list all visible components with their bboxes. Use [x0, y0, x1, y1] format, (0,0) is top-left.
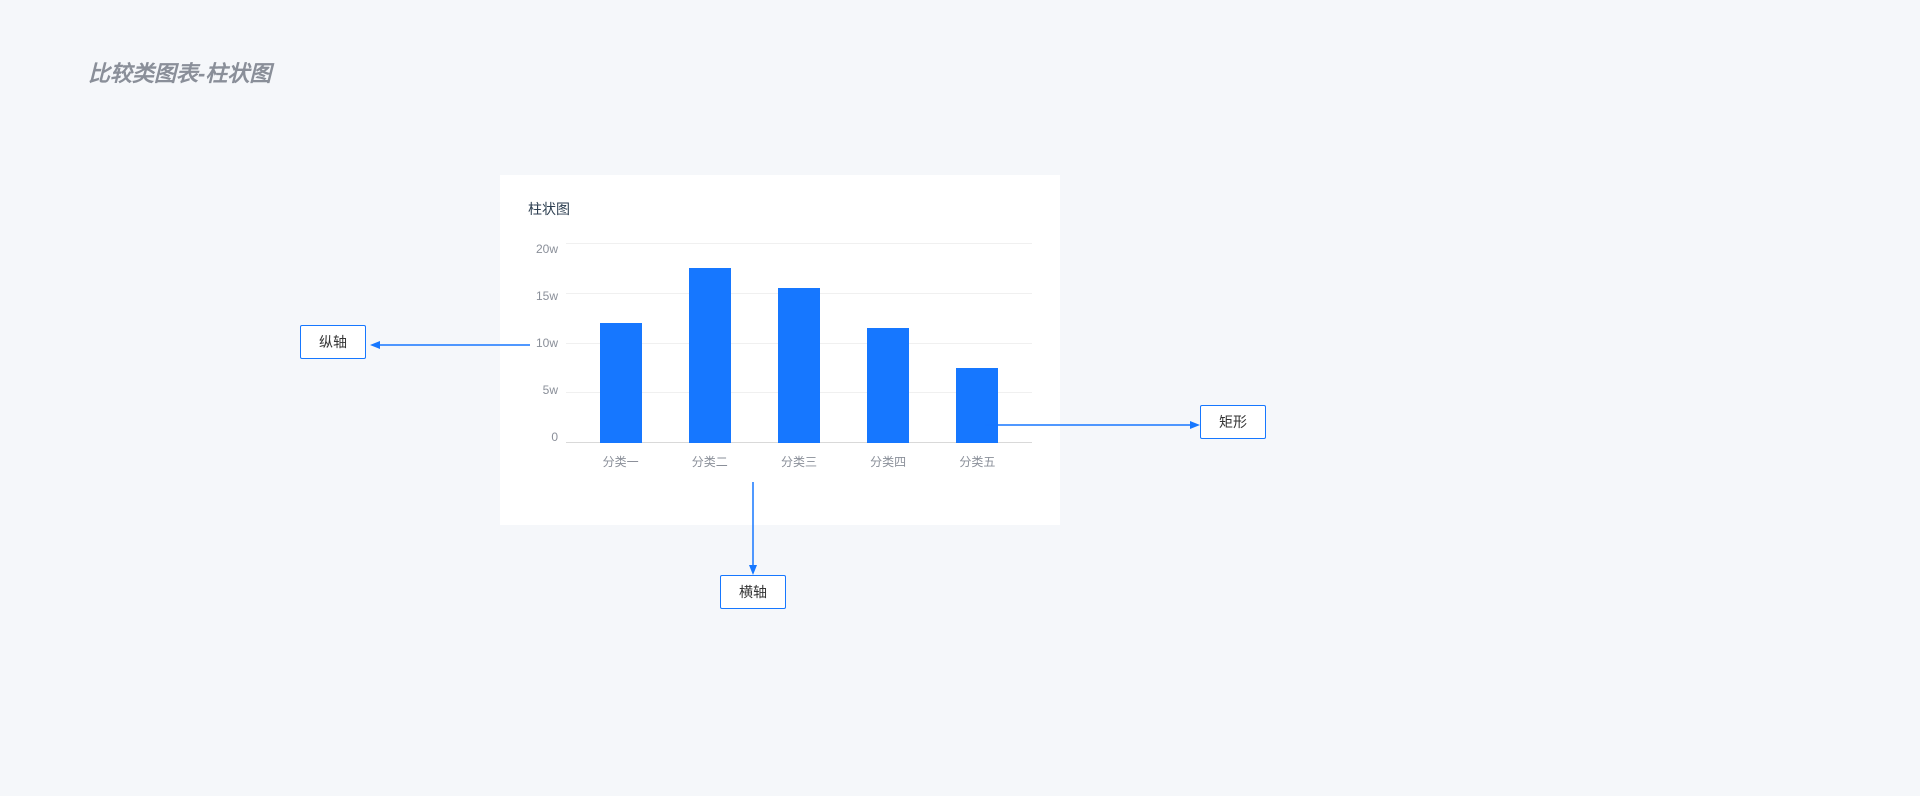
- y-tick: 5w: [543, 384, 558, 396]
- page-title: 比较类图表-柱状图: [88, 56, 271, 88]
- bars-container: [566, 243, 1032, 443]
- annotation-bar: 矩形: [1200, 405, 1266, 439]
- bar: [956, 368, 998, 443]
- chart-card: 柱状图 20w 15w 10w 5w 0 分类一 分类二 分类三 分类四 分类五: [500, 175, 1060, 525]
- y-tick: 15w: [536, 290, 558, 302]
- y-tick: 10w: [536, 337, 558, 349]
- y-tick: 0: [551, 431, 558, 443]
- x-tick-label: 分类五: [956, 453, 998, 470]
- plot-wrapper: 分类一 分类二 分类三 分类四 分类五: [566, 243, 1032, 483]
- annotation-x-axis: 横轴: [720, 575, 786, 609]
- bar: [689, 268, 731, 443]
- arrow-y-axis: [370, 340, 530, 350]
- y-axis: 20w 15w 10w 5w 0: [528, 243, 566, 443]
- x-tick-label: 分类二: [689, 453, 731, 470]
- chart-title: 柱状图: [528, 199, 1032, 219]
- arrow-x-axis: [748, 482, 758, 575]
- x-tick-label: 分类三: [778, 453, 820, 470]
- bar: [867, 328, 909, 443]
- y-tick: 20w: [536, 243, 558, 255]
- bar: [600, 323, 642, 443]
- annotation-y-axis: 纵轴: [300, 325, 366, 359]
- x-tick-label: 分类四: [867, 453, 909, 470]
- chart-area: 20w 15w 10w 5w 0 分类一 分类二 分类三 分类四 分类五: [528, 243, 1032, 483]
- bar: [778, 288, 820, 443]
- x-tick-label: 分类一: [600, 453, 642, 470]
- x-axis-labels: 分类一 分类二 分类三 分类四 分类五: [566, 453, 1032, 470]
- arrow-bar: [985, 420, 1200, 430]
